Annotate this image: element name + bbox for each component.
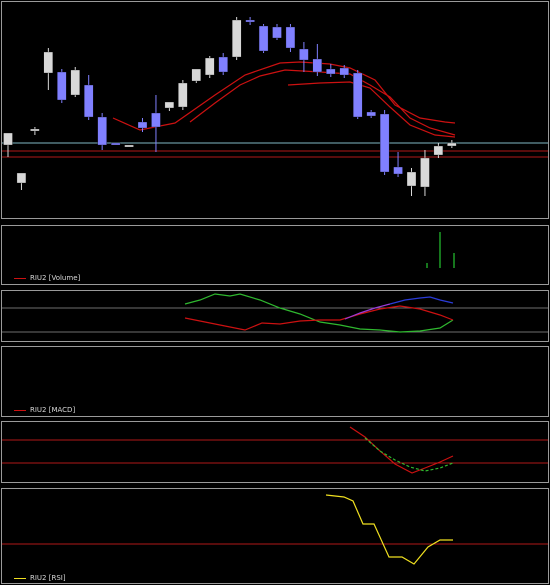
candle-body	[393, 166, 403, 175]
candle-body	[164, 101, 175, 109]
candle-body	[218, 56, 228, 73]
candle-body	[3, 132, 13, 146]
candle-body	[312, 58, 323, 73]
candle-body	[420, 157, 430, 188]
candle-body	[124, 144, 134, 148]
candle-body	[366, 111, 376, 117]
candle-body	[191, 68, 201, 82]
candle-body	[30, 128, 40, 132]
candle-body	[57, 71, 67, 101]
oscillator-series-line	[184, 305, 454, 331]
moving-average-line	[189, 69, 456, 136]
candle-body	[245, 19, 255, 23]
candle-body	[326, 68, 336, 75]
macd-legend-swatch	[14, 409, 26, 411]
candle-body	[97, 116, 107, 146]
candle-body	[299, 48, 309, 61]
rsi-legend-swatch	[14, 577, 26, 579]
candle-body	[70, 69, 80, 96]
candle-body	[285, 26, 296, 49]
candle-body	[151, 112, 161, 128]
candle-body	[84, 84, 94, 118]
candle-body	[178, 82, 188, 108]
volume-legend-swatch	[14, 277, 26, 279]
candle-body	[137, 121, 148, 129]
candle-body	[16, 172, 27, 184]
volume-legend-label: RIU2 [Volume]	[30, 274, 81, 282]
rsi-legend-label: RIU2 [RSI]	[30, 574, 66, 582]
candle-body	[110, 142, 121, 146]
oscillator-series-line	[344, 303, 391, 320]
rsi-line	[325, 494, 453, 565]
candle-body	[447, 142, 457, 147]
moving-average-line	[287, 81, 456, 138]
candle-body	[205, 57, 215, 76]
candle-body	[272, 26, 282, 39]
candle-body	[43, 51, 53, 74]
rsi-legend: RIU2 [RSI]	[14, 574, 66, 583]
oscillator-series-line	[389, 296, 454, 305]
candle-body	[406, 171, 417, 187]
macd-legend-label: RIU2 [MACD]	[30, 406, 76, 414]
candle-body	[353, 72, 363, 118]
macd-legend: RIU2 [MACD]	[14, 406, 75, 415]
candle-body	[231, 19, 242, 58]
chart-canvas	[2, 17, 548, 565]
candle-body	[258, 25, 269, 52]
macd-series-line	[349, 426, 454, 474]
macd-series-line	[364, 437, 454, 472]
candle-body	[339, 67, 349, 76]
volume-legend: RIU2 [Volume]	[14, 274, 80, 283]
candle-body	[379, 113, 390, 173]
candle-body	[433, 145, 444, 156]
